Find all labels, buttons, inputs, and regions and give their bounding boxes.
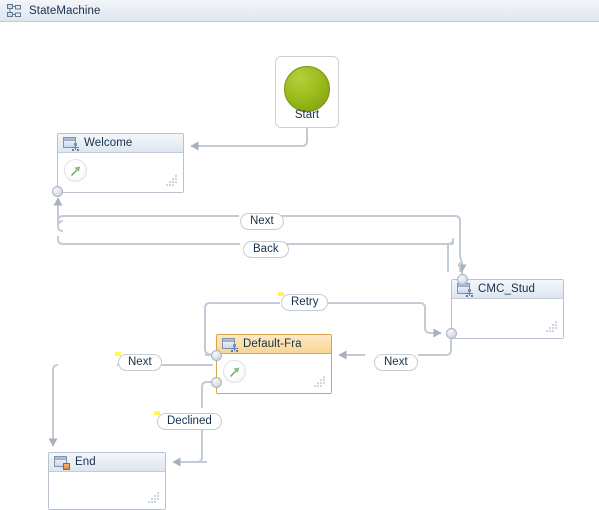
state-title-cmc-stud: CMC_Stud <box>478 283 536 295</box>
green-circle-icon <box>284 66 330 112</box>
resize-grip[interactable] <box>314 376 327 389</box>
connector-knob-welcome-left[interactable] <box>52 186 63 197</box>
wire-welcome-next-right <box>281 215 461 222</box>
transition-label-next-3[interactable]: Next <box>115 352 162 371</box>
wire-next-to-cmc-top <box>457 221 467 273</box>
transition-label-retry[interactable]: Retry <box>278 292 329 311</box>
state-title-welcome: Welcome <box>84 137 133 149</box>
entry-action-arrow-icon[interactable] <box>64 159 87 182</box>
wire-default-to-end-next <box>48 364 59 447</box>
state-node-cmc-stud[interactable]: CMC_Stud <box>446 274 564 339</box>
entry-action-arrow-icon[interactable] <box>223 360 246 383</box>
connector-knob-default-left-bottom[interactable] <box>211 377 222 388</box>
transition-label-back[interactable]: Back <box>240 239 289 258</box>
connector-knob-default-left-top[interactable] <box>211 350 222 361</box>
transition-label-text: Declined <box>157 413 222 430</box>
wire-retry-origin <box>204 302 211 355</box>
connector-knob-cmc-left[interactable] <box>446 328 457 339</box>
final-state-icon <box>54 455 70 470</box>
state-title-default-fra: Default-Fra <box>243 338 302 350</box>
wire-declined-bottom <box>196 430 203 463</box>
state-header-welcome: Welcome <box>58 134 183 153</box>
state-header-default-fra: Default-Fra <box>217 335 331 354</box>
state-form-icon <box>222 337 238 352</box>
state-body-end[interactable] <box>49 472 165 509</box>
transition-label-text: Next <box>240 213 284 230</box>
transition-label-text: Retry <box>281 294 329 311</box>
resize-grip[interactable] <box>166 175 179 188</box>
transition-label-text: Next <box>118 354 162 371</box>
start-node-label: Start <box>294 109 320 121</box>
state-body-cmc-stud[interactable] <box>452 299 563 338</box>
state-node-welcome[interactable]: Welcome <box>52 133 184 197</box>
connector-knob-cmc-top[interactable] <box>457 274 468 285</box>
state-header-cmc-stud: CMC_Stud <box>452 280 563 299</box>
state-body-welcome[interactable] <box>58 153 183 192</box>
design-canvas[interactable]: Start Welcome CMC_Stud Default-Fra End N… <box>0 22 599 510</box>
resize-grip[interactable] <box>546 321 559 334</box>
state-machine-designer: StateMachine Start Welcome CMC_Stud Defa… <box>0 0 599 510</box>
state-title-end: End <box>75 456 96 468</box>
transition-label-declined[interactable]: Declined <box>154 411 222 430</box>
start-node[interactable]: Start <box>275 56 339 128</box>
transition-label-text: Back <box>243 241 289 258</box>
state-node-end[interactable]: End <box>48 452 166 510</box>
wire-cmc-bottom <box>418 339 452 356</box>
transition-label-text: Next <box>374 354 418 371</box>
state-machine-icon <box>7 3 21 18</box>
wire-retry-to-cmc <box>419 302 442 338</box>
state-header-end: End <box>49 453 165 472</box>
transition-label-next-2[interactable]: Next <box>371 352 418 371</box>
wire-back-to-welcome <box>53 197 64 232</box>
resize-grip[interactable] <box>148 492 161 505</box>
transition-label-next-1[interactable]: Next <box>237 211 284 230</box>
state-body-default-fra[interactable] <box>217 354 331 393</box>
wire-welcome-next-left <box>57 215 239 227</box>
state-form-icon <box>63 136 79 151</box>
wire-back-left <box>57 236 240 245</box>
designer-title: StateMachine <box>29 4 101 17</box>
designer-titlebar: StateMachine <box>0 0 599 22</box>
wire-back-right <box>282 238 454 245</box>
state-node-default-fra[interactable]: Default-Fra <box>211 334 332 394</box>
